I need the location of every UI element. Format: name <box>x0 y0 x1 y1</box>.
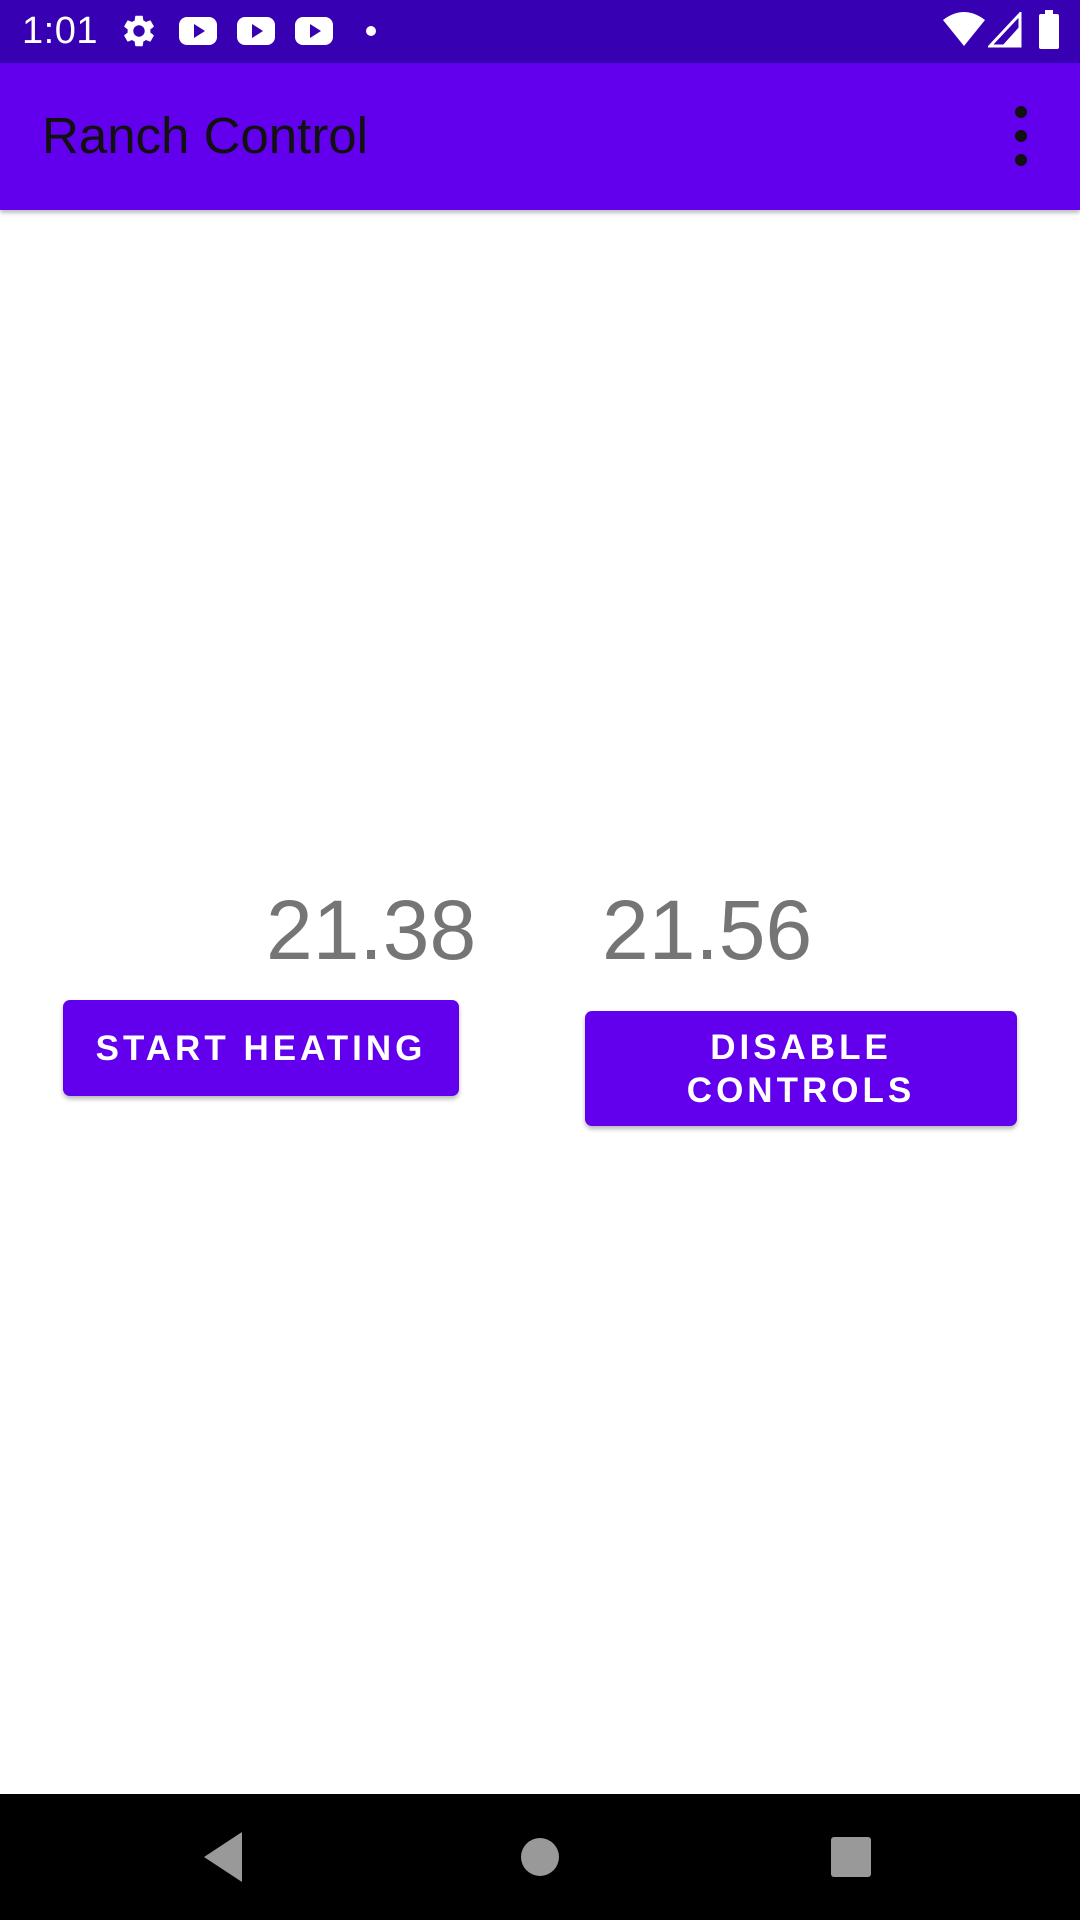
battery-icon <box>1039 10 1059 49</box>
nav-back-button[interactable] <box>190 1822 260 1892</box>
nav-recents-button[interactable] <box>816 1822 886 1892</box>
nav-home-button[interactable] <box>505 1822 575 1892</box>
back-icon <box>204 1832 242 1882</box>
dot-icon <box>366 26 376 36</box>
status-bar: 1:01 <box>0 0 1080 63</box>
youtube-icon <box>179 17 217 45</box>
start-heating-button[interactable]: START HEATING <box>63 1000 459 1096</box>
more-vert-icon <box>1015 106 1027 166</box>
recents-icon <box>831 1837 871 1877</box>
overflow-menu-button[interactable] <box>986 99 1056 173</box>
signal-icon <box>988 12 1022 48</box>
navigation-bar <box>0 1794 1080 1920</box>
disable-controls-button[interactable]: DISABLE CONTROLS <box>585 1011 1017 1126</box>
home-icon <box>521 1838 559 1876</box>
app-bar: Ranch Control <box>0 63 1080 210</box>
gear-icon <box>124 15 154 47</box>
temperature-reading-1: 21.38 <box>266 883 477 977</box>
youtube-icon <box>237 17 275 45</box>
status-time: 1:01 <box>22 10 98 52</box>
wifi-icon <box>943 12 985 46</box>
app-title: Ranch Control <box>42 107 368 164</box>
youtube-icon <box>295 17 333 45</box>
temperature-reading-2: 21.56 <box>602 883 813 977</box>
